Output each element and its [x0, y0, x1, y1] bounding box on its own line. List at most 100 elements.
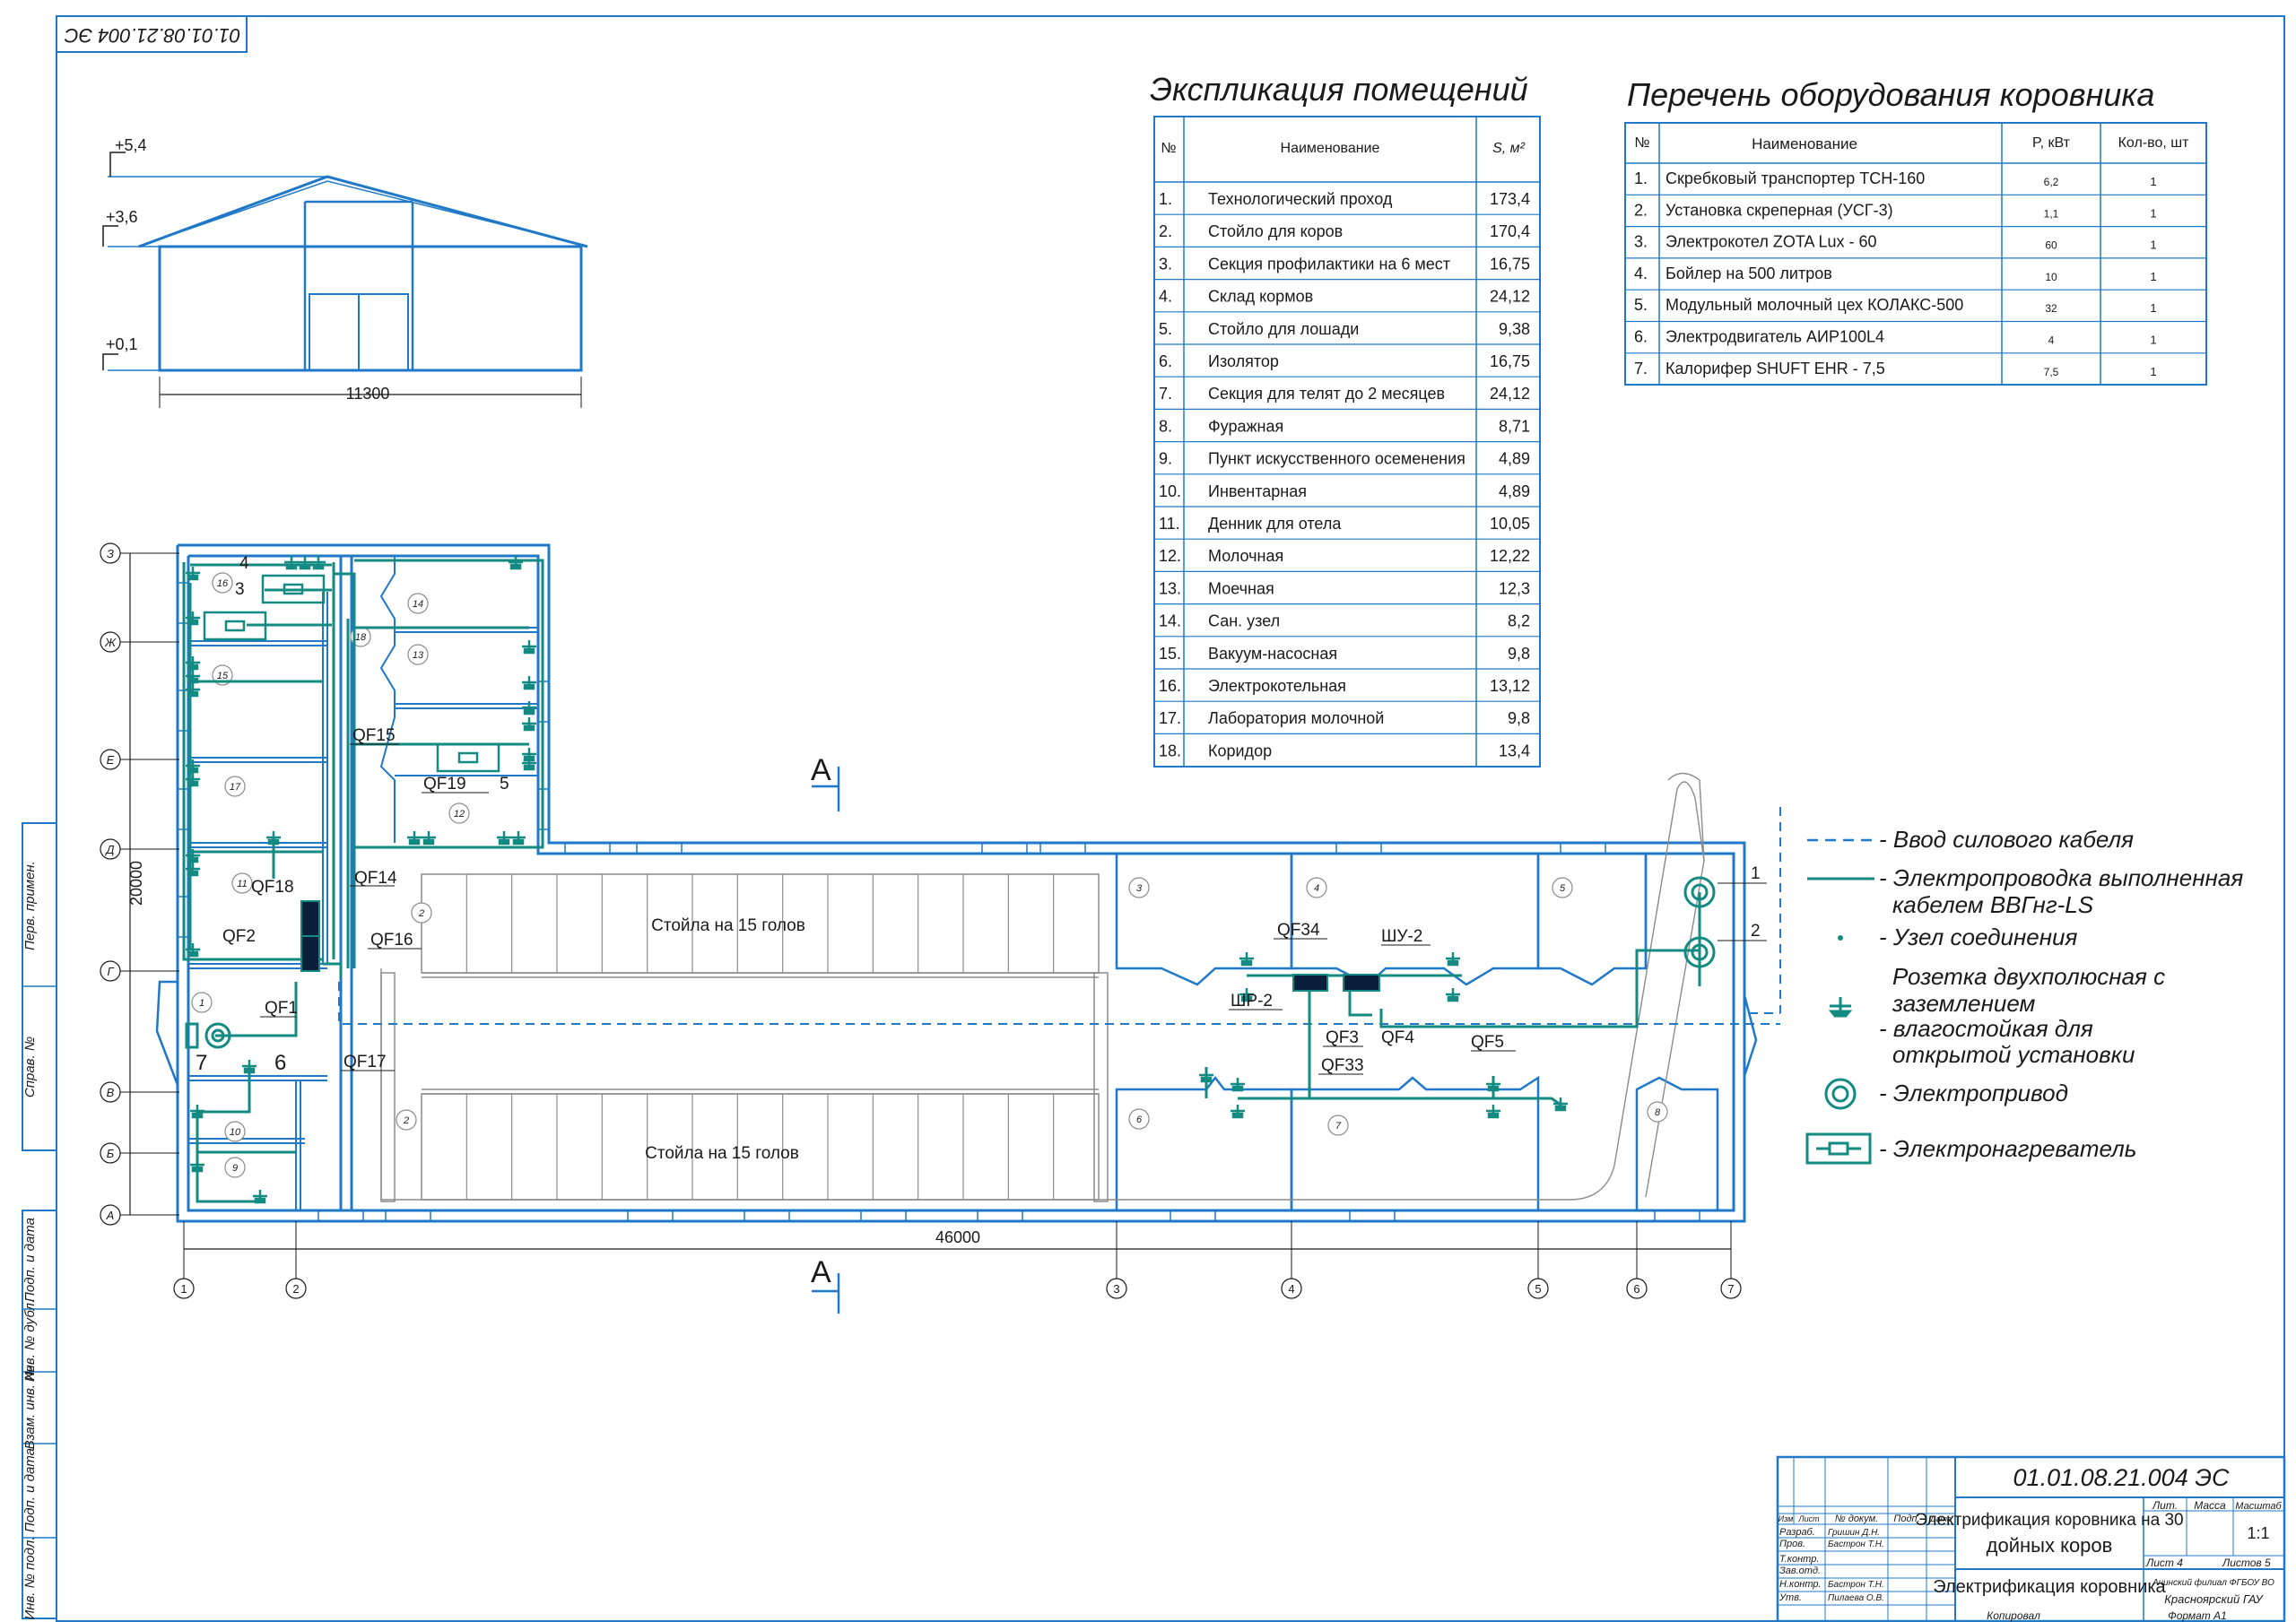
label-qf1: QF1	[265, 999, 298, 1018]
expl-row-number: 4.	[1159, 288, 1172, 306]
expl-row-number: 18.	[1159, 742, 1181, 759]
marker-5: 5	[500, 775, 509, 794]
title-role: Разраб.	[1779, 1527, 1815, 1538]
equip-row-power: 1,1	[2044, 207, 2059, 220]
section-marks: A A	[811, 753, 840, 1314]
legend-item-cable-input: - Ввод силового кабеля	[1807, 826, 2134, 853]
axis-number: 6	[1633, 1282, 1639, 1296]
room-number: 9	[232, 1163, 238, 1174]
equip-row-number: 3.	[1634, 233, 1648, 251]
equip-row-qty: 1	[2150, 175, 2156, 188]
section-mark-bottom: A	[811, 1255, 831, 1289]
socket-icon	[242, 1060, 257, 1074]
expl-row-number: 10.	[1159, 482, 1181, 500]
expl-row-name: Фуражная	[1208, 417, 1283, 435]
socket-icon	[1486, 1105, 1500, 1119]
socket-icon	[522, 640, 536, 655]
explication-header-name: Наименование	[1281, 141, 1380, 156]
expl-row-area: 16,75	[1490, 255, 1530, 273]
room-number: 1	[199, 998, 204, 1009]
legend-label-node: - Узел соединения	[1879, 924, 2077, 950]
sheets-count: Листов 5	[2222, 1557, 2271, 1569]
expl-row-area: 170,4	[1490, 222, 1530, 240]
strip-label-7: Инв. № подл.	[22, 1536, 38, 1619]
equip-row-number: 6.	[1634, 328, 1648, 346]
expl-row-name: Электрокотельная	[1208, 677, 1346, 695]
marker-6: 6	[274, 1051, 286, 1075]
expl-row-number: 16.	[1159, 677, 1181, 695]
project-title-line-1: Электрификация коровника на 30	[1915, 1511, 2183, 1530]
axis-letter: Б	[107, 1147, 115, 1160]
explication-table: Экспликация помещений № Наименование S, …	[1150, 71, 1541, 768]
project-title-line-2: дойных коров	[1987, 1534, 2113, 1557]
room-number: 11	[237, 879, 247, 889]
legend-item-motor: - Электропривод	[1824, 1078, 2068, 1110]
expl-row-area: 4,89	[1499, 450, 1530, 468]
rotated-stamp-code: 01.01.08.21.004 ЭС	[65, 24, 240, 47]
equip-row-power: 4	[2048, 334, 2055, 347]
scale-value: 1:1	[2247, 1524, 2269, 1542]
socket-icon	[522, 717, 536, 732]
axis-letter: Г	[107, 965, 114, 978]
equip-row-number: 2.	[1634, 201, 1648, 219]
rotated-stamp: 01.01.08.21.004 ЭС	[56, 15, 248, 53]
expl-row-area: 173,4	[1490, 190, 1530, 208]
col-izm: Изм	[1779, 1514, 1794, 1523]
axis-letter: Ж	[104, 636, 117, 649]
equip-row-power: 7,5	[2044, 366, 2059, 378]
room-number: 14	[413, 599, 423, 610]
expl-row-area: 8,2	[1508, 612, 1530, 630]
socket-icon	[190, 1158, 204, 1173]
socket-icon	[422, 831, 436, 846]
title-name: Бастрон Т.Н.	[1828, 1580, 1884, 1590]
motor-symbols	[185, 876, 1716, 1049]
socket-icon	[1239, 952, 1254, 967]
room-number: 13	[413, 650, 424, 661]
expl-row-name: Инвентарная	[1208, 482, 1307, 500]
axis-letter: Д	[104, 843, 114, 856]
axis-number: 7	[1727, 1282, 1734, 1296]
expl-row-number: 2.	[1159, 222, 1172, 240]
label-qf5: QF5	[1471, 1033, 1504, 1052]
expl-row-name: Вакуум-насосная	[1208, 645, 1337, 663]
socket-icon	[1231, 1078, 1245, 1092]
expl-row-area: 8,71	[1499, 417, 1530, 435]
axis-number: 5	[1535, 1282, 1541, 1296]
label-qf19: QF19	[423, 775, 466, 794]
axis-number: 1	[180, 1282, 187, 1296]
socket-icon	[511, 831, 526, 846]
expl-row-number: 17.	[1159, 709, 1181, 727]
legend-label-motor: - Электропривод	[1879, 1080, 2068, 1106]
expl-row-area: 13,4	[1499, 742, 1530, 759]
socket-icon	[509, 556, 523, 570]
title-block: 01.01.08.21.004 ЭС Электрификация коровн…	[1776, 1455, 2286, 1622]
legend-item-wiring: - Электропроводка выполненная кабелем ВВ…	[1807, 864, 2243, 918]
strip-label-1: Перв. примен.	[22, 861, 38, 950]
expl-row-number: 3.	[1159, 255, 1172, 273]
axis-number: 3	[1113, 1282, 1119, 1296]
axis-letter: А	[106, 1209, 115, 1222]
expl-row-number: 6.	[1159, 352, 1172, 370]
expl-row-number: 1.	[1159, 190, 1172, 208]
expl-row-number: 8.	[1159, 417, 1172, 435]
expl-row-number: 13.	[1159, 579, 1181, 597]
legend-label-socket-3: - влагостойкая для	[1879, 1015, 2093, 1042]
room-number: 12	[454, 809, 465, 820]
strip-label-2: Справ. №	[22, 1037, 38, 1097]
left-side-strip: Перв. примен. Справ. № Подп. и дата Инв.…	[22, 822, 57, 1620]
stall-label-upper: Стойла на 15 голов	[651, 916, 805, 935]
equipment-table: Перечень оборудования коровника № Наимен…	[1624, 76, 2207, 386]
strip-label-5: Взам. инв. №	[22, 1366, 38, 1450]
socket-icon	[311, 556, 326, 570]
expl-row-name: Сан. узел	[1208, 612, 1280, 630]
legend-label-heater: - Электронагреватель	[1879, 1135, 2136, 1162]
expl-row-name: Моечная	[1208, 579, 1274, 597]
equip-row-name: Модульный молочный цех КОЛАКС-500	[1665, 296, 1963, 314]
title-role: Утв.	[1779, 1592, 1802, 1603]
section-mark-top: A	[811, 753, 831, 787]
equip-row-name: Установка скреперная (УСГ-3)	[1665, 201, 1893, 219]
format-label: Формат А1	[2168, 1609, 2227, 1622]
elevation-width-dimension: 11300	[346, 385, 390, 403]
expl-row-name: Технологический проход	[1208, 190, 1393, 208]
socket-icon	[266, 831, 281, 846]
